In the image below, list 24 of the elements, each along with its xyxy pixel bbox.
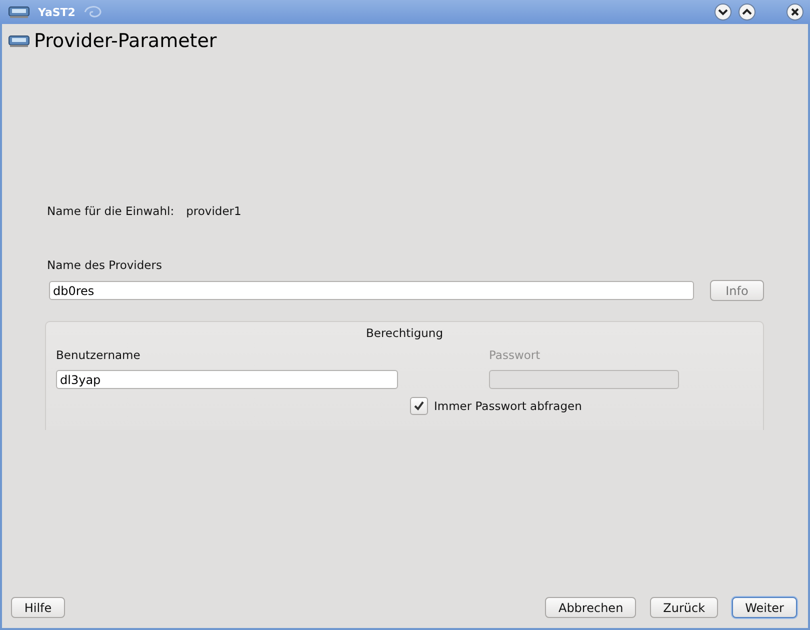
field-label: Name des Providers: [47, 258, 163, 272]
checkbox-label: Immer Passwort abfragen: [434, 399, 582, 413]
window-title: YaST2: [38, 6, 76, 18]
app-icon: [8, 5, 30, 19]
nav-button[interactable]: Zurück: [650, 597, 718, 618]
field-label: Benutzername: [56, 348, 142, 362]
help-button[interactable]: Hilfe: [11, 597, 65, 618]
network-card-icon: [8, 34, 30, 48]
field-label: Passwort: [489, 348, 542, 362]
info-button[interactable]: Info: [710, 280, 764, 301]
input-field[interactable]: db0res: [49, 281, 694, 300]
nav-button[interactable]: Weiter: [732, 597, 797, 618]
group-title: Berechtigung: [366, 326, 443, 340]
field-value: provider1: [186, 204, 242, 218]
field-label: Name für die Einwahl:: [47, 204, 174, 218]
close-icon[interactable]: [786, 3, 804, 21]
checkbox[interactable]: [410, 397, 428, 415]
nav-button[interactable]: Abbrechen: [545, 597, 636, 618]
input-field[interactable]: dl3yap: [56, 370, 398, 389]
maximize-icon[interactable]: [738, 3, 756, 21]
checkmark-icon: [413, 400, 425, 412]
swirl-icon: [83, 4, 104, 20]
minimize-icon[interactable]: [714, 3, 732, 21]
page-heading: Provider-Parameter: [34, 30, 217, 52]
